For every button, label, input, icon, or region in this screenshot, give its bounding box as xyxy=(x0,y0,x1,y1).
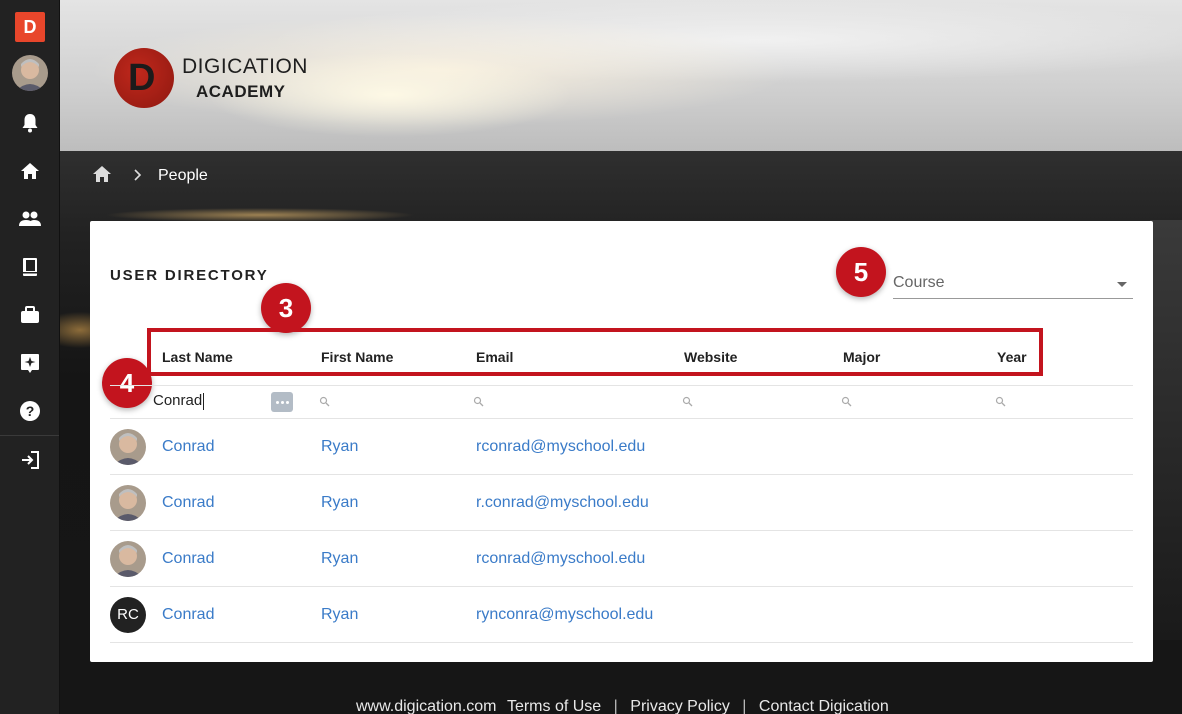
table-row[interactable]: RC Conrad Ryan rynconra@myschool.edu xyxy=(110,587,1133,643)
digication-logo[interactable]: D xyxy=(15,12,45,42)
sidebar-divider xyxy=(0,435,59,436)
column-header-highlight xyxy=(147,328,1043,376)
footer: www.digication.com Terms of Use | Privac… xyxy=(356,698,889,714)
first-name-link[interactable]: Ryan xyxy=(321,606,358,624)
col-header-major[interactable]: Major xyxy=(843,349,880,365)
footer-separator: | xyxy=(613,698,618,714)
avatar[interactable]: RC xyxy=(110,597,146,633)
search-icon[interactable] xyxy=(682,396,693,407)
table-row[interactable]: Conrad Ryan rconrad@myschool.edu xyxy=(110,531,1133,587)
first-name-link[interactable]: Ryan xyxy=(321,438,358,456)
email-link[interactable]: r.conrad@myschool.edu xyxy=(476,494,649,512)
footer-contact-link[interactable]: Contact Digication xyxy=(759,698,889,714)
chevron-right-icon xyxy=(134,168,142,185)
briefcase-icon[interactable] xyxy=(18,303,42,327)
people-icon[interactable] xyxy=(18,207,42,231)
help-icon[interactable]: ? xyxy=(18,399,42,423)
last-name-link[interactable]: Conrad xyxy=(162,438,214,456)
email-link[interactable]: rconrad@myschool.edu xyxy=(476,550,645,568)
digication-academy-logo[interactable]: D DIGICATION ACADEMY xyxy=(114,48,308,108)
filter-row: Conrad xyxy=(110,385,1133,419)
col-header-last-name[interactable]: Last Name xyxy=(162,349,233,365)
first-name-link[interactable]: Ryan xyxy=(321,494,358,512)
avatar[interactable] xyxy=(110,485,146,521)
breadcrumb: People xyxy=(92,165,208,187)
footer-separator: | xyxy=(742,698,747,714)
bell-icon[interactable] xyxy=(18,111,42,135)
home-icon[interactable] xyxy=(92,165,112,188)
page-title: USER DIRECTORY xyxy=(110,267,269,284)
col-header-email[interactable]: Email xyxy=(476,349,513,365)
search-icon[interactable] xyxy=(995,396,1006,407)
email-link[interactable]: rconrad@myschool.edu xyxy=(476,438,645,456)
sparkle-icon[interactable] xyxy=(18,351,42,375)
footer-terms-link[interactable]: Terms of Use xyxy=(507,698,601,714)
table-row[interactable]: Conrad Ryan rconrad@myschool.edu xyxy=(110,419,1133,475)
more-options-icon[interactable] xyxy=(271,392,293,412)
callout-3: 3 xyxy=(261,283,311,333)
sidebar: D ? xyxy=(0,0,60,714)
table-row[interactable]: Conrad Ryan r.conrad@myschool.edu xyxy=(110,475,1133,531)
avatar[interactable] xyxy=(110,541,146,577)
last-name-link[interactable]: Conrad xyxy=(162,550,214,568)
footer-privacy-link[interactable]: Privacy Policy xyxy=(630,698,730,714)
breadcrumb-current: People xyxy=(158,167,208,184)
logout-icon[interactable] xyxy=(18,448,42,472)
home-icon[interactable] xyxy=(18,159,42,183)
course-select-label: Course xyxy=(893,274,945,291)
col-header-website[interactable]: Website xyxy=(684,349,737,365)
callout-5: 5 xyxy=(836,247,886,297)
first-name-link[interactable]: Ryan xyxy=(321,550,358,568)
last-name-link[interactable]: Conrad xyxy=(162,606,214,624)
col-header-year[interactable]: Year xyxy=(997,349,1027,365)
user-avatar[interactable] xyxy=(12,55,48,91)
brand-mark: D xyxy=(114,48,174,108)
caret-down-icon xyxy=(1117,282,1127,287)
course-select[interactable]: Course xyxy=(893,271,1133,299)
svg-text:?: ? xyxy=(26,403,35,419)
email-link[interactable]: rynconra@myschool.edu xyxy=(476,606,653,624)
user-directory-card: USER DIRECTORY Course 5 3 4 Last Name Fi… xyxy=(90,221,1153,662)
brand-name: DIGICATION xyxy=(182,54,308,78)
avatar[interactable] xyxy=(110,429,146,465)
book-icon[interactable] xyxy=(18,255,42,279)
search-icon[interactable] xyxy=(841,396,852,407)
search-icon[interactable] xyxy=(473,396,484,407)
search-icon[interactable] xyxy=(319,396,330,407)
last-name-link[interactable]: Conrad xyxy=(162,494,214,512)
col-header-first-name[interactable]: First Name xyxy=(321,349,393,365)
brand-subtitle: ACADEMY xyxy=(196,81,286,101)
footer-site-link[interactable]: www.digication.com xyxy=(356,698,497,714)
